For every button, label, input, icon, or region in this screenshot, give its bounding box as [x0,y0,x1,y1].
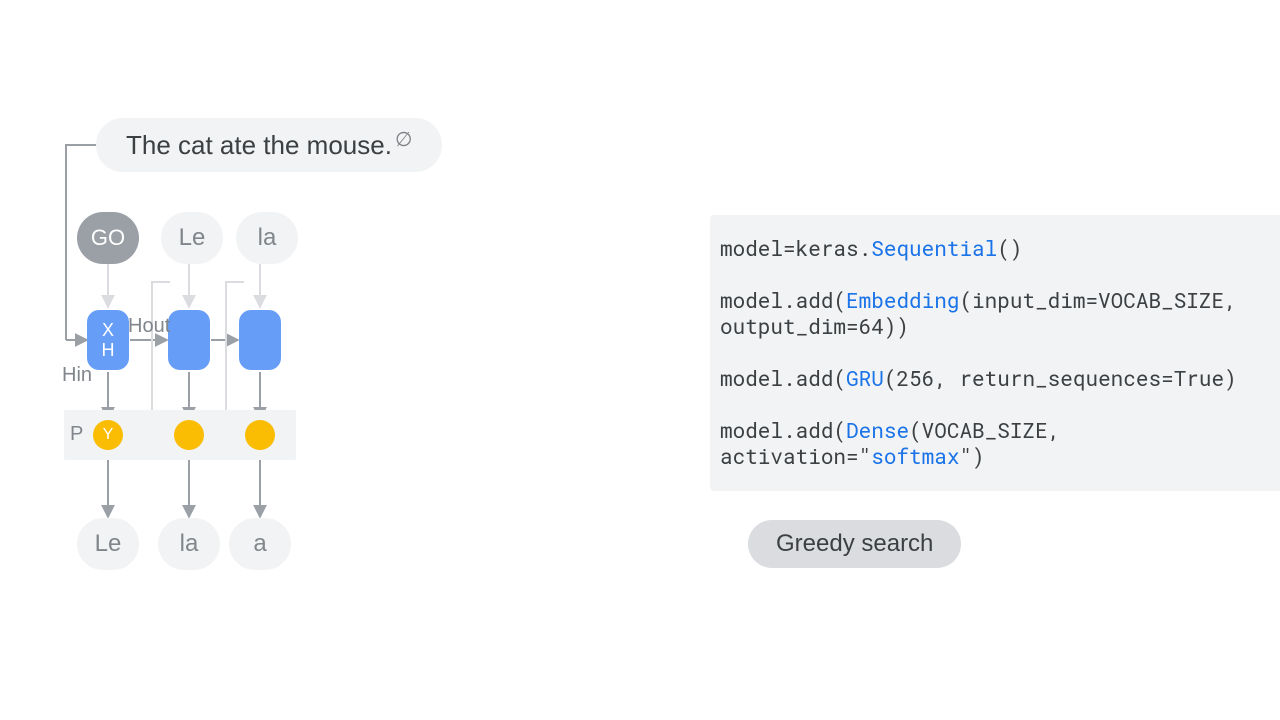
output-token-0: Le [77,518,139,570]
diagram-stage: The cat ate the mouse. ∅ GO Le la X H Ho… [0,0,1280,720]
greedy-search-pill: Greedy search [748,520,961,568]
prob-1 [174,420,204,450]
cell-x-label: X [102,320,114,340]
code-block: model=keras.Sequential() model.add(Embed… [710,215,1280,491]
rnn-cell-0: X H [87,310,129,370]
hout-label: Hout [128,315,170,338]
hin-label: Hin [62,364,92,387]
code-line-3: model.add(GRU(256, return_sequences=True… [720,365,1280,391]
rnn-cell-2 [239,310,281,370]
output-token-1: la [158,518,220,570]
code-line-1: model=keras.Sequential() [720,235,1280,261]
code-line-2: model.add(Embedding(input_dim=VOCAB_SIZE… [720,287,1280,339]
input-token-1: Le [161,212,223,264]
cell-h-label: H [102,340,115,360]
p-label: P [70,423,83,446]
greedy-search-label: Greedy search [776,530,933,557]
eos-icon: ∅ [395,127,412,152]
code-line-4: model.add(Dense(VOCAB_SIZE, activation="… [720,417,1280,469]
rnn-cell-1 [168,310,210,370]
prob-2 [245,420,275,450]
input-token-2: la [236,212,298,264]
input-sentence-text: The cat ate the mouse. [126,130,392,161]
input-token-go: GO [77,212,139,264]
input-sentence-pill: The cat ate the mouse. ∅ [96,118,442,172]
prob-0: Y [93,420,123,450]
output-token-2: a [229,518,291,570]
